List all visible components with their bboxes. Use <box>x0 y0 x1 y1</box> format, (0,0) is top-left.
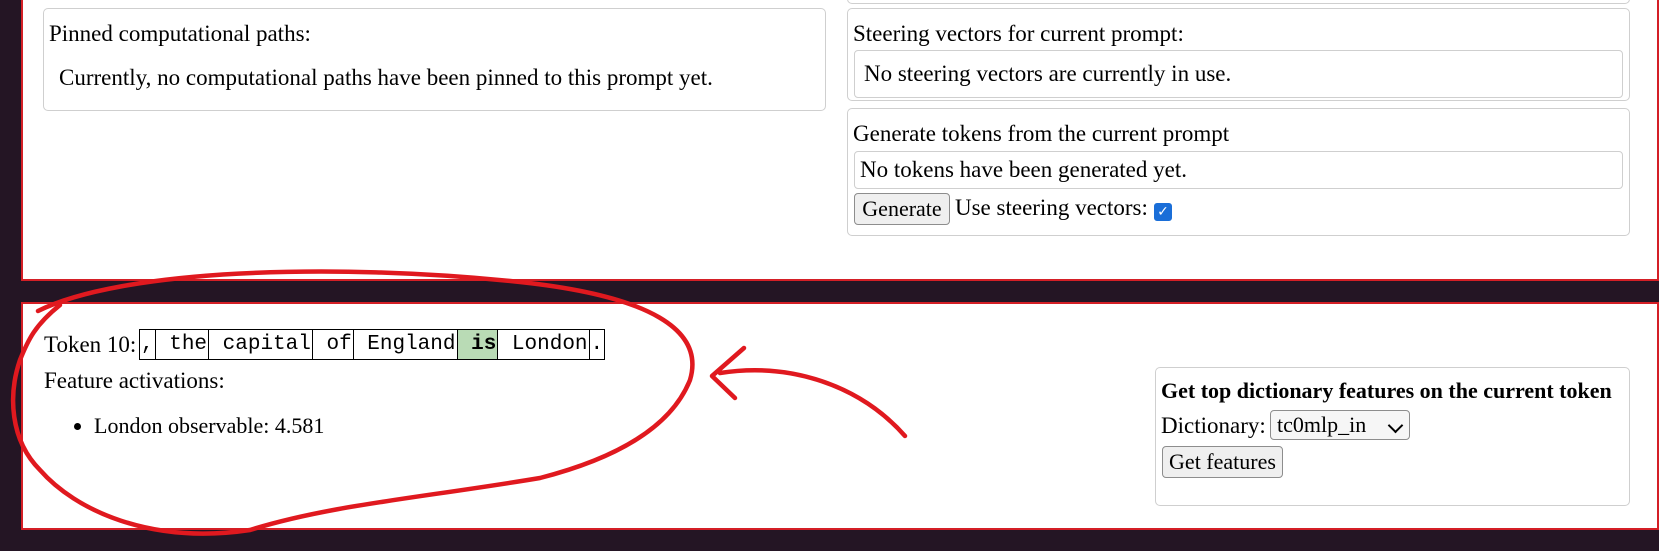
token-cell[interactable]: . <box>590 330 605 359</box>
generate-tokens-title: Generate tokens from the current prompt <box>853 121 1230 146</box>
token-cell[interactable]: capital <box>209 330 313 359</box>
generate-button[interactable]: Generate <box>854 193 950 225</box>
token-label: Token 10: <box>44 332 137 357</box>
token-cell[interactable]: England <box>354 330 458 359</box>
get-features-button[interactable]: Get features <box>1162 446 1283 478</box>
pinned-paths-message: Currently, no computational paths have b… <box>59 65 713 90</box>
use-steering-checkbox[interactable]: ✓ <box>1154 203 1172 221</box>
chevron-down-icon <box>1387 417 1404 434</box>
dictionary-label: Dictionary: <box>1161 413 1266 438</box>
token-strip: , the capital of England is London . <box>139 329 606 360</box>
feature-list-item: London observable: 4.581 <box>94 413 324 439</box>
dictionary-features-title: Get top dictionary features on the curre… <box>1161 378 1612 403</box>
token-cell-active[interactable]: is <box>457 330 499 359</box>
token-cell[interactable]: London <box>498 330 590 359</box>
token-cell[interactable]: of <box>313 330 354 359</box>
steering-vectors-message: No steering vectors are currently in use… <box>864 61 1232 86</box>
token-cell[interactable]: , <box>140 330 156 359</box>
generate-tokens-box: Generate tokens from the current prompt … <box>847 108 1630 236</box>
steering-vectors-title: Steering vectors for current prompt: <box>853 21 1184 46</box>
pinned-paths-box: Pinned computational paths: Currently, n… <box>43 8 826 111</box>
feature-list: London observable: 4.581 <box>44 413 324 439</box>
feature-activations-label: Feature activations: <box>44 368 225 393</box>
upper-box-edge <box>847 0 1630 4</box>
generated-tokens-output: No tokens have been generated yet. <box>854 151 1623 189</box>
dictionary-features-box: Get top dictionary features on the curre… <box>1155 367 1630 506</box>
pinned-paths-title: Pinned computational paths: <box>49 21 311 46</box>
steering-vectors-status: No steering vectors are currently in use… <box>854 50 1623 98</box>
dictionary-select[interactable]: tc0mlp_in <box>1270 410 1410 440</box>
dictionary-select-value: tc0mlp_in <box>1277 412 1367 437</box>
generated-tokens-message: No tokens have been generated yet. <box>860 157 1187 182</box>
use-steering-label: Use steering vectors: <box>955 195 1148 220</box>
token-cell[interactable]: the <box>156 330 210 359</box>
steering-vectors-box: Steering vectors for current prompt: No … <box>847 8 1630 101</box>
